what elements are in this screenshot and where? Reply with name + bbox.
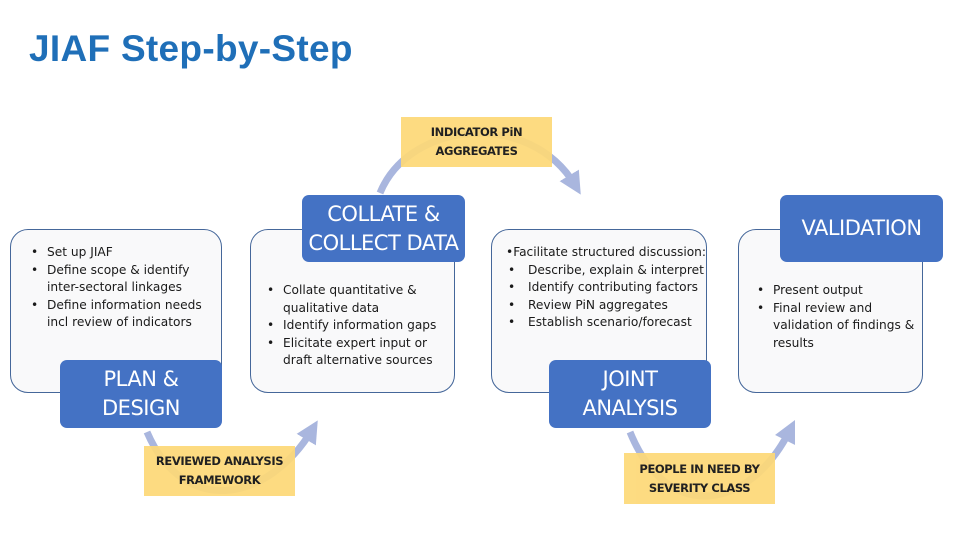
step-header-plan-design: PLAN & DESIGN [60,360,222,428]
bullet-list: Present output Final review and validati… [755,282,915,352]
bullet-list: Set up JIAF Define scope & identify inte… [29,244,215,332]
bullet-item: Identify contributing factors [506,279,706,297]
bullet-item: Establish scenario/forecast [506,314,706,332]
output-people-in-need-by-severity: PEOPLE IN NEED BY SEVERITY CLASS [624,453,775,504]
bullet-item: Set up JIAF [29,244,215,262]
step-header-joint-analysis: JOINT ANALYSIS [549,360,711,428]
bullet-item: Describe, explain & interpret [506,262,706,280]
output-reviewed-analysis-framework: REVIEWED ANALYSIS FRAMEWORK [144,446,295,496]
bullet-item: Present output [755,282,915,300]
bullet-item: Define information needs incl review of … [29,297,215,332]
bullet-list: Collate quantitative & qualitative data … [265,282,451,370]
bullet-item: Elicitate expert input or draft alternat… [265,335,451,370]
bullet-item: Final review and validation of findings … [755,300,915,353]
bullet-item: Collate quantitative & qualitative data [265,282,451,317]
output-indicator-pin-aggregates: INDICATOR PiN AGGREGATES [401,117,552,167]
step-header-validation: VALIDATION [780,195,943,262]
bullet-lead: •Facilitate structured discussion: [506,245,706,259]
bullet-list: •Facilitate structured discussion: Descr… [506,244,706,332]
bullet-item: Define scope & identify inter-sectoral l… [29,262,215,297]
step-header-collate-collect: COLLATE & COLLECT DATA [302,195,465,262]
bullet-item: Identify information gaps [265,317,451,335]
bullet-item: Review PiN aggregates [506,297,706,315]
page-title: JIAF Step-by-Step [29,28,353,69]
